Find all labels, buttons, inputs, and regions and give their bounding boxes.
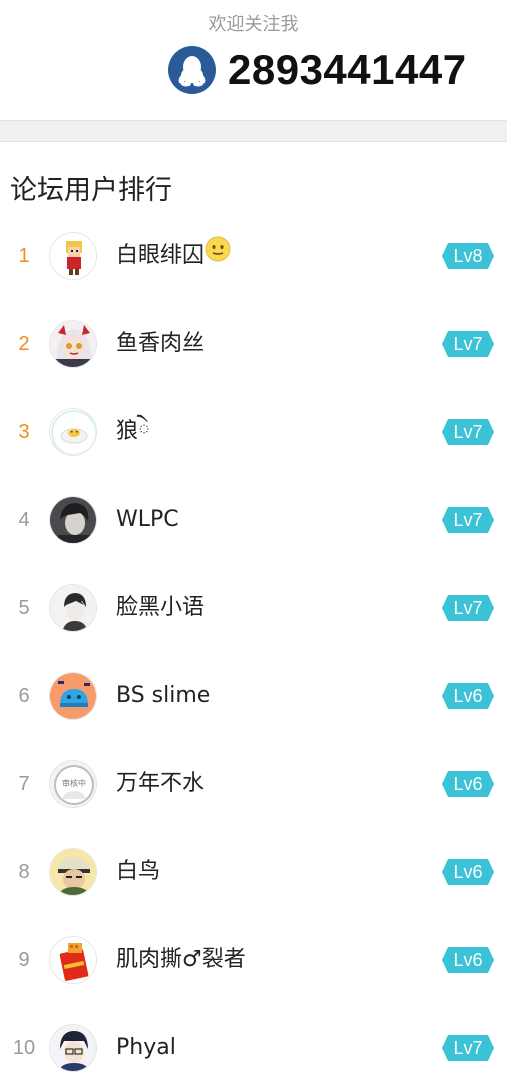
level-text: Lv8 <box>453 246 483 266</box>
level-text: Lv7 <box>453 598 483 618</box>
level-badge: Lv6 <box>442 771 494 797</box>
qq-number[interactable]: 2893441447 <box>228 46 467 94</box>
ranking-row[interactable]: 10 Phyal Lv7 <box>0 1004 507 1079</box>
fried-egg-avatar[interactable] <box>49 408 97 456</box>
rank-number: 3 <box>18 421 30 443</box>
username[interactable]: 白眼绯囚 <box>116 212 231 300</box>
sketch-boy-avatar[interactable] <box>49 584 97 632</box>
level-text: Lv6 <box>453 862 483 882</box>
red-package-avatar[interactable] <box>49 936 97 984</box>
follow-text: 欢迎关注我 <box>208 14 299 35</box>
level-text: Lv7 <box>453 422 483 442</box>
dark-portrait-avatar[interactable] <box>49 496 97 544</box>
username-text: 白眼绯囚 <box>116 243 205 268</box>
level-badge: Lv7 <box>442 595 494 621</box>
ranking-row[interactable]: 9 肌肉撕♂裂者 Lv6 <box>0 916 507 1004</box>
anime-boy-avatar[interactable] <box>49 1024 97 1072</box>
rank-number: 10 <box>12 1037 36 1059</box>
ranking-row[interactable]: 2 鱼香肉丝 Lv7 <box>0 300 507 388</box>
level-text: Lv6 <box>453 774 483 794</box>
ranking-row[interactable]: 7 审核中 万年不水 Lv6 <box>0 740 507 828</box>
level-badge: Lv8 <box>442 243 494 269</box>
username[interactable]: 脸黑小语 <box>116 564 204 652</box>
ranking-row[interactable]: 1 白眼绯囚 Lv8 <box>0 212 507 300</box>
section-title: 论坛用户排行 <box>10 175 172 206</box>
username[interactable]: 肌肉撕♂裂者 <box>116 916 246 1004</box>
username[interactable]: 狼ེ <box>116 388 150 476</box>
username[interactable]: WLPC <box>116 476 179 564</box>
username[interactable]: 鱼香肉丝 <box>116 300 204 388</box>
ranking-row[interactable]: 8 白鸟 Lv6 <box>0 828 507 916</box>
rank-number: 4 <box>18 509 30 531</box>
qq-penguin-icon <box>168 46 216 94</box>
reviewing-label: 审核中 <box>62 779 86 788</box>
reviewing-placeholder-avatar[interactable]: 审核中 <box>49 760 97 808</box>
level-text: Lv7 <box>453 334 483 354</box>
level-badge: Lv6 <box>442 859 494 885</box>
rank-number: 9 <box>18 949 30 971</box>
level-text: Lv7 <box>453 510 483 530</box>
user-ranking-list: 1 白眼绯囚 Lv8 2 鱼香肉丝 Lv7 3 狼ེ Lv7 4 WLPC Lv… <box>0 212 507 1079</box>
level-badge: Lv6 <box>442 683 494 709</box>
ranking-row[interactable]: 3 狼ེ Lv7 <box>0 388 507 476</box>
level-badge: Lv7 <box>442 1035 494 1061</box>
level-text: Lv6 <box>453 950 483 970</box>
anime-girl-avatar[interactable] <box>49 320 97 368</box>
smiley-emoji-icon <box>205 212 231 300</box>
blue-slime-avatar[interactable] <box>49 672 97 720</box>
level-badge: Lv7 <box>442 507 494 533</box>
rank-number: 7 <box>18 773 30 795</box>
level-badge: Lv7 <box>442 419 494 445</box>
username[interactable]: 万年不水 <box>116 740 204 828</box>
ranking-row[interactable]: 5 脸黑小语 Lv7 <box>0 564 507 652</box>
ranking-row[interactable]: 6 BS slime Lv6 <box>0 652 507 740</box>
rank-number: 6 <box>18 685 30 707</box>
level-badge: Lv7 <box>442 331 494 357</box>
qq-contact[interactable]: 2893441447 <box>168 44 467 96</box>
level-badge: Lv6 <box>442 947 494 973</box>
cap-character-avatar[interactable] <box>49 848 97 896</box>
rank-number: 1 <box>18 245 30 267</box>
ranking-row[interactable]: 4 WLPC Lv7 <box>0 476 507 564</box>
rank-number: 8 <box>18 861 30 883</box>
profile-header: 欢迎关注我 2893441447 <box>0 0 507 120</box>
level-text: Lv6 <box>453 686 483 706</box>
username[interactable]: 白鸟 <box>116 828 160 916</box>
rank-number: 5 <box>18 597 30 619</box>
username[interactable]: BS slime <box>116 652 210 740</box>
rank-number: 2 <box>18 333 30 355</box>
username[interactable]: Phyal <box>116 1004 176 1079</box>
section-divider <box>0 120 507 142</box>
level-text: Lv7 <box>453 1038 483 1058</box>
pixel-character-avatar[interactable] <box>49 232 97 280</box>
